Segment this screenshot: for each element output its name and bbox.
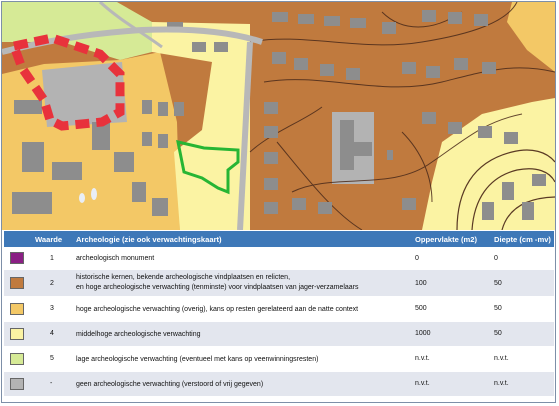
legend-area: 0: [415, 255, 419, 262]
legend-value: 5: [50, 355, 54, 362]
legend-depth: 50: [494, 305, 502, 312]
legend-table: Waarde Archeologie (zie ook verwachtings…: [4, 231, 554, 397]
legend-row: 5 lage archeologische verwachting (event…: [4, 347, 554, 372]
legend-depth: n.v.t.: [494, 355, 509, 362]
legend-description: hoge archeologische verwachting (overig)…: [76, 306, 359, 313]
legend-row: 4 middelhoge archeologische verwachting …: [4, 322, 554, 347]
legend-header: Waarde Archeologie (zie ook verwachtings…: [4, 231, 554, 247]
legend-description: middelhoge archeologische verwachting: [76, 331, 201, 338]
legend-depth: 50: [494, 330, 502, 337]
legend-area: 1000: [415, 330, 431, 337]
pond: [91, 188, 97, 200]
legend-description: lage archeologische verwachting (eventue…: [76, 356, 319, 363]
legend-description-line2: en hoge archeologische verwachting (tenm…: [76, 284, 359, 291]
archaeology-map[interactable]: [2, 2, 555, 230]
legend-row: - geen archeologische verwachting (verst…: [4, 372, 554, 397]
legend-swatch: [10, 328, 24, 340]
legend-description: geen archeologische verwachting (verstoo…: [76, 381, 264, 388]
pond: [79, 193, 85, 203]
header-area: Oppervlakte (m2): [415, 235, 478, 244]
legend-value: 4: [50, 330, 54, 337]
legend-area: n.v.t.: [415, 380, 430, 387]
legend-depth: n.v.t.: [494, 380, 509, 387]
legend-area: 500: [415, 305, 427, 312]
legend-description: historische kernen, bekende archeologisc…: [76, 274, 291, 281]
legend-swatch: [10, 252, 24, 264]
figure-frame: Waarde Archeologie (zie ook verwachtings…: [1, 1, 556, 403]
legend-value: 3: [50, 305, 54, 312]
header-archaeology: Archeologie (zie ook verwachtingskaart): [76, 235, 222, 244]
legend-description: archeologisch monument: [76, 255, 155, 262]
legend-value: 1: [50, 255, 54, 262]
header-value: Waarde: [35, 235, 63, 244]
legend-depth: 50: [494, 280, 502, 287]
header-depth: Diepte (cm -mv): [494, 235, 551, 244]
legend-area: n.v.t.: [415, 355, 430, 362]
legend-depth: 0: [494, 255, 498, 262]
legend-row: 3 hoge archeologische verwachting (overi…: [4, 297, 554, 322]
legend-area: 100: [415, 280, 427, 287]
legend-row: 2 historische kernen, bekende archeologi…: [4, 270, 554, 297]
legend-swatch: [10, 353, 24, 365]
legend-swatch: [10, 303, 24, 315]
legend-value: -: [50, 380, 53, 387]
legend-row: 1 archeologisch monument 0 0: [4, 247, 554, 270]
legend-swatch: [10, 378, 24, 390]
legend-value: 2: [50, 280, 54, 287]
legend-swatch: [10, 277, 24, 289]
